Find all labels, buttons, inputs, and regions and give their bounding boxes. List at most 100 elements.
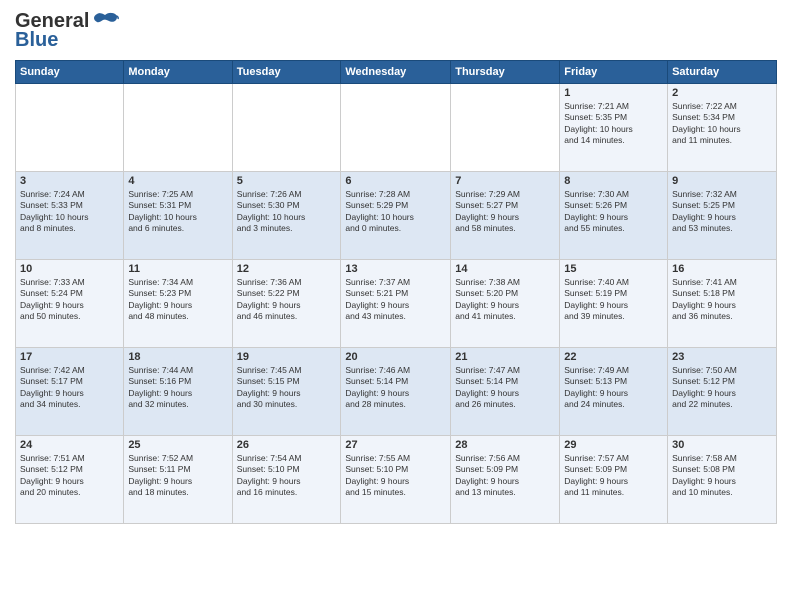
day-info: Sunrise: 7:34 AM Sunset: 5:23 PM Dayligh… xyxy=(128,277,227,323)
col-friday: Friday xyxy=(560,60,668,83)
week-row-4: 17 Sunrise: 7:42 AM Sunset: 5:17 PM Dayli… xyxy=(16,347,777,435)
day-info: Sunrise: 7:36 AM Sunset: 5:22 PM Dayligh… xyxy=(237,277,337,323)
calendar: Sunday Monday Tuesday Wednesday Thursday… xyxy=(15,60,777,524)
col-monday: Monday xyxy=(124,60,232,83)
day-number: 8 xyxy=(564,175,663,187)
day-info: Sunrise: 7:56 AM Sunset: 5:09 PM Dayligh… xyxy=(455,453,555,499)
day-cell: 27 Sunrise: 7:55 AM Sunset: 5:10 PM Dayli… xyxy=(341,435,451,523)
week-row-5: 24 Sunrise: 7:51 AM Sunset: 5:12 PM Dayli… xyxy=(16,435,777,523)
day-number: 18 xyxy=(128,351,227,363)
day-number: 15 xyxy=(564,263,663,275)
logo-container: General Blue xyxy=(15,10,119,52)
day-number: 3 xyxy=(20,175,119,187)
header: General Blue xyxy=(15,10,777,52)
day-cell: 24 Sunrise: 7:51 AM Sunset: 5:12 PM Dayli… xyxy=(16,435,124,523)
day-info: Sunrise: 7:38 AM Sunset: 5:20 PM Dayligh… xyxy=(455,277,555,323)
day-info: Sunrise: 7:54 AM Sunset: 5:10 PM Dayligh… xyxy=(237,453,337,499)
day-info: Sunrise: 7:45 AM Sunset: 5:15 PM Dayligh… xyxy=(237,365,337,411)
day-cell: 9Sunrise: 7:32 AM Sunset: 5:25 PM Daylig… xyxy=(668,171,777,259)
day-number: 27 xyxy=(345,439,446,451)
day-info: Sunrise: 7:32 AM Sunset: 5:25 PM Dayligh… xyxy=(672,189,772,235)
day-cell: 28 Sunrise: 7:56 AM Sunset: 5:09 PM Dayli… xyxy=(451,435,560,523)
day-cell: 3Sunrise: 7:24 AM Sunset: 5:33 PM Daylig… xyxy=(16,171,124,259)
day-number: 4 xyxy=(128,175,227,187)
day-info: Sunrise: 7:33 AM Sunset: 5:24 PM Dayligh… xyxy=(20,277,119,323)
day-number: 12 xyxy=(237,263,337,275)
day-cell: 21 Sunrise: 7:47 AM Sunset: 5:14 PM Dayli… xyxy=(451,347,560,435)
day-info: Sunrise: 7:28 AM Sunset: 5:29 PM Dayligh… xyxy=(345,189,446,235)
day-info: Sunrise: 7:52 AM Sunset: 5:11 PM Dayligh… xyxy=(128,453,227,499)
day-cell: 7 Sunrise: 7:29 AM Sunset: 5:27 PM Daylig… xyxy=(451,171,560,259)
day-number: 30 xyxy=(672,439,772,451)
day-number: 19 xyxy=(237,351,337,363)
day-cell xyxy=(451,83,560,171)
day-cell: 10 Sunrise: 7:33 AM Sunset: 5:24 PM Dayli… xyxy=(16,259,124,347)
day-number: 25 xyxy=(128,439,227,451)
day-info: Sunrise: 7:55 AM Sunset: 5:10 PM Dayligh… xyxy=(345,453,446,499)
week-row-1: 1 Sunrise: 7:21 AM Sunset: 5:35 PM Daylig… xyxy=(16,83,777,171)
day-info: Sunrise: 7:25 AM Sunset: 5:31 PM Dayligh… xyxy=(128,189,227,235)
day-info: Sunrise: 7:26 AM Sunset: 5:30 PM Dayligh… xyxy=(237,189,337,235)
day-number: 24 xyxy=(20,439,119,451)
day-number: 16 xyxy=(672,263,772,275)
day-number: 20 xyxy=(345,351,446,363)
logo-bird-icon xyxy=(91,11,119,33)
day-number: 2 xyxy=(672,87,772,99)
day-info: Sunrise: 7:22 AM Sunset: 5:34 PM Dayligh… xyxy=(672,101,772,147)
day-cell: 6Sunrise: 7:28 AM Sunset: 5:29 PM Daylig… xyxy=(341,171,451,259)
day-cell: 8 Sunrise: 7:30 AM Sunset: 5:26 PM Daylig… xyxy=(560,171,668,259)
day-cell: 5 Sunrise: 7:26 AM Sunset: 5:30 PM Daylig… xyxy=(232,171,341,259)
day-cell: 29 Sunrise: 7:57 AM Sunset: 5:09 PM Dayli… xyxy=(560,435,668,523)
day-info: Sunrise: 7:47 AM Sunset: 5:14 PM Dayligh… xyxy=(455,365,555,411)
week-row-3: 10 Sunrise: 7:33 AM Sunset: 5:24 PM Dayli… xyxy=(16,259,777,347)
day-cell: 13Sunrise: 7:37 AM Sunset: 5:21 PM Dayli… xyxy=(341,259,451,347)
day-cell xyxy=(124,83,232,171)
day-info: Sunrise: 7:42 AM Sunset: 5:17 PM Dayligh… xyxy=(20,365,119,411)
day-cell xyxy=(232,83,341,171)
col-thursday: Thursday xyxy=(451,60,560,83)
day-info: Sunrise: 7:50 AM Sunset: 5:12 PM Dayligh… xyxy=(672,365,772,411)
col-tuesday: Tuesday xyxy=(232,60,341,83)
day-cell: 12 Sunrise: 7:36 AM Sunset: 5:22 PM Dayli… xyxy=(232,259,341,347)
day-cell: 23 Sunrise: 7:50 AM Sunset: 5:12 PM Dayli… xyxy=(668,347,777,435)
day-number: 14 xyxy=(455,263,555,275)
day-number: 7 xyxy=(455,175,555,187)
day-number: 29 xyxy=(564,439,663,451)
day-cell: 17 Sunrise: 7:42 AM Sunset: 5:17 PM Dayli… xyxy=(16,347,124,435)
day-info: Sunrise: 7:37 AM Sunset: 5:21 PM Dayligh… xyxy=(345,277,446,323)
calendar-body: 1 Sunrise: 7:21 AM Sunset: 5:35 PM Daylig… xyxy=(16,83,777,523)
day-info: Sunrise: 7:29 AM Sunset: 5:27 PM Dayligh… xyxy=(455,189,555,235)
day-cell xyxy=(16,83,124,171)
day-number: 10 xyxy=(20,263,119,275)
day-cell: 25 Sunrise: 7:52 AM Sunset: 5:11 PM Dayli… xyxy=(124,435,232,523)
day-number: 23 xyxy=(672,351,772,363)
col-sunday: Sunday xyxy=(16,60,124,83)
day-info: Sunrise: 7:49 AM Sunset: 5:13 PM Dayligh… xyxy=(564,365,663,411)
day-cell: 18 Sunrise: 7:44 AM Sunset: 5:16 PM Dayli… xyxy=(124,347,232,435)
day-info: Sunrise: 7:44 AM Sunset: 5:16 PM Dayligh… xyxy=(128,365,227,411)
day-cell: 4 Sunrise: 7:25 AM Sunset: 5:31 PM Daylig… xyxy=(124,171,232,259)
day-info: Sunrise: 7:46 AM Sunset: 5:14 PM Dayligh… xyxy=(345,365,446,411)
day-number: 1 xyxy=(564,87,663,99)
day-cell: 22 Sunrise: 7:49 AM Sunset: 5:13 PM Dayli… xyxy=(560,347,668,435)
logo-blue-line: Blue xyxy=(15,29,58,52)
day-number: 28 xyxy=(455,439,555,451)
day-number: 21 xyxy=(455,351,555,363)
day-cell: 30 Sunrise: 7:58 AM Sunset: 5:08 PM Dayli… xyxy=(668,435,777,523)
day-info: Sunrise: 7:21 AM Sunset: 5:35 PM Dayligh… xyxy=(564,101,663,147)
day-number: 17 xyxy=(20,351,119,363)
week-row-2: 3Sunrise: 7:24 AM Sunset: 5:33 PM Daylig… xyxy=(16,171,777,259)
day-info: Sunrise: 7:58 AM Sunset: 5:08 PM Dayligh… xyxy=(672,453,772,499)
day-info: Sunrise: 7:51 AM Sunset: 5:12 PM Dayligh… xyxy=(20,453,119,499)
day-cell: 20 Sunrise: 7:46 AM Sunset: 5:14 PM Dayli… xyxy=(341,347,451,435)
day-number: 5 xyxy=(237,175,337,187)
day-number: 26 xyxy=(237,439,337,451)
day-cell: 26 Sunrise: 7:54 AM Sunset: 5:10 PM Dayli… xyxy=(232,435,341,523)
day-info: Sunrise: 7:57 AM Sunset: 5:09 PM Dayligh… xyxy=(564,453,663,499)
calendar-header: Sunday Monday Tuesday Wednesday Thursday… xyxy=(16,60,777,83)
day-cell: 11Sunrise: 7:34 AM Sunset: 5:23 PM Dayli… xyxy=(124,259,232,347)
col-saturday: Saturday xyxy=(668,60,777,83)
day-info: Sunrise: 7:30 AM Sunset: 5:26 PM Dayligh… xyxy=(564,189,663,235)
day-number: 22 xyxy=(564,351,663,363)
page: General Blue Sunday Monday Tuesday Wedne… xyxy=(0,0,792,612)
